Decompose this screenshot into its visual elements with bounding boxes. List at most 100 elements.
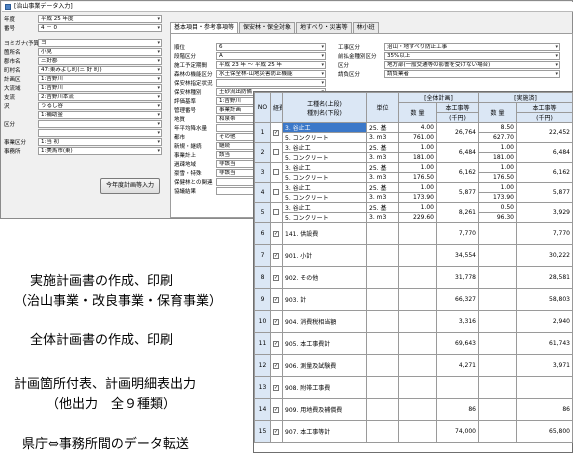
unit-2[interactable]: 3. m3 (366, 212, 399, 223)
plan-qty[interactable] (398, 376, 437, 399)
left-field[interactable]: 三好郡 (38, 56, 162, 65)
done-cost[interactable]: 2,940 (516, 310, 573, 333)
done-cost[interactable]: 6,162 (516, 162, 573, 183)
plan-cost[interactable]: 4,271 (436, 354, 479, 377)
work-subtype[interactable]: 5. コンクリート (282, 152, 367, 163)
unit-2[interactable]: 3. m3 (366, 152, 399, 163)
table-row[interactable]: 12 ✓ 906. 測量及試験費 4,271 3,971 (254, 354, 573, 377)
left-field[interactable]: 1:補助金 (38, 110, 162, 119)
work-subtype[interactable]: 5. コンクリート (282, 172, 367, 183)
plan-cost[interactable]: 3,316 (436, 310, 479, 333)
left-field[interactable]: 1:美馬市(東) (38, 146, 162, 155)
left-field[interactable]: ヨ (38, 38, 162, 47)
done-cost[interactable]: 3,971 (516, 354, 573, 377)
plan-qty[interactable] (398, 398, 437, 421)
plan-qty-2[interactable]: 173.90 (398, 192, 437, 203)
plan-qty[interactable]: 1.00 (398, 202, 437, 213)
mid-field[interactable]: 6 (216, 42, 326, 51)
unit[interactable] (366, 310, 399, 333)
row-checkbox-box[interactable] (273, 148, 279, 155)
work-type[interactable]: 3. 谷止工 (282, 142, 367, 153)
work-type[interactable]: 903. 計 (282, 288, 367, 311)
row-checkbox-box[interactable] (273, 188, 279, 195)
left-field[interactable]: 2:吉野川本流 (38, 92, 162, 101)
work-type[interactable]: 3. 谷止工 (282, 162, 367, 173)
table-row[interactable]: 10 ✓ 904. 消費税相当額 3,316 2,940 (254, 310, 573, 333)
done-cost[interactable]: 86 (516, 398, 573, 421)
plan-qty[interactable] (398, 288, 437, 311)
plan-qty-2[interactable]: 229.60 (398, 212, 437, 223)
work-type[interactable]: 908. 附帯工事費 (282, 376, 367, 399)
row-checkbox-box[interactable] (273, 168, 279, 175)
right-field[interactable]: 治山・地すべり防止工事 (384, 42, 560, 51)
row-number[interactable]: 13 (254, 376, 271, 399)
done-qty[interactable] (478, 310, 517, 333)
work-subtype[interactable]: 5. コンクリート (282, 192, 367, 203)
table-row[interactable]: 1 ✓ 3. 谷止工 25. 基 4.00 26,764 8.50 22,452 (254, 122, 573, 143)
done-cost[interactable]: 3,929 (516, 202, 573, 223)
left-field[interactable]: 1:当 初 (38, 137, 162, 146)
row-checkbox-box[interactable]: ✓ (273, 363, 279, 369)
done-qty-2[interactable]: 627.70 (478, 132, 517, 143)
row-number[interactable]: 15 (254, 420, 271, 443)
right-field[interactable]: 35%以上 (384, 51, 560, 60)
row-number[interactable]: 3 (254, 162, 271, 183)
left-field[interactable]: 平成 25 年度 (38, 14, 162, 23)
unit[interactable] (366, 222, 399, 245)
row-number[interactable]: 1 (254, 122, 271, 143)
plan-qty[interactable]: 1.00 (398, 182, 437, 193)
plan-cost[interactable] (436, 376, 479, 399)
plan-cost[interactable]: 5,877 (436, 182, 479, 203)
done-qty[interactable] (478, 420, 517, 443)
left-field[interactable]: 1:吉野川 (38, 74, 162, 83)
plan-cost[interactable]: 86 (436, 398, 479, 421)
plan-cost[interactable]: 6,162 (436, 162, 479, 183)
plan-qty-2[interactable]: 181.00 (398, 152, 437, 163)
done-qty[interactable]: 1.00 (478, 162, 517, 173)
tab-landslide-disaster[interactable]: 地すべり・災害等 (296, 22, 352, 33)
table-row[interactable]: 6 ✓ 141. 供設費 7,770 7,770 (254, 222, 573, 245)
unit-2[interactable]: 3. m3 (366, 132, 399, 143)
unit[interactable] (366, 332, 399, 355)
mid-field[interactable] (216, 78, 326, 87)
work-type[interactable]: 901. 小計 (282, 244, 367, 267)
done-cost[interactable]: 65,800 (516, 420, 573, 443)
work-type[interactable]: 905. 本工事費計 (282, 332, 367, 355)
right-field[interactable]: 請負業者 (384, 69, 560, 78)
plan-qty[interactable] (398, 332, 437, 355)
done-cost[interactable]: 61,743 (516, 332, 573, 355)
row-checkbox-box[interactable]: ✓ (273, 297, 279, 303)
unit[interactable]: 25. 基 (366, 182, 399, 193)
unit-2[interactable]: 3. m3 (366, 192, 399, 203)
left-field[interactable]: 小見 (38, 47, 162, 56)
unit[interactable] (366, 266, 399, 289)
done-cost[interactable]: 7,770 (516, 222, 573, 245)
plan-qty[interactable] (398, 266, 437, 289)
unit[interactable] (366, 398, 399, 421)
left-field[interactable]: 4 － 0 (38, 23, 162, 32)
done-cost[interactable]: 6,484 (516, 142, 573, 163)
unit[interactable] (366, 244, 399, 267)
plan-qty[interactable]: 4.00 (398, 122, 437, 133)
unit[interactable]: 25. 基 (366, 142, 399, 153)
table-row[interactable]: 15 ✓ 907. 本工事等計 74,000 65,800 (254, 420, 573, 443)
done-qty-2[interactable]: 176.50 (478, 172, 517, 183)
left-field[interactable]: 1:吉野川 (38, 83, 162, 92)
done-qty[interactable]: 1.00 (478, 142, 517, 153)
table-row[interactable]: 8 ✓ 902. その他 31,778 28,581 (254, 266, 573, 289)
mid-field[interactable]: 平成 23 年 ～ 平成 25 年 (216, 60, 326, 69)
plan-cost[interactable]: 26,764 (436, 122, 479, 143)
row-number[interactable]: 2 (254, 142, 271, 163)
row-number[interactable]: 7 (254, 244, 271, 267)
plan-qty[interactable]: 1.00 (398, 162, 437, 173)
plan-qty[interactable] (398, 222, 437, 245)
row-checkbox-box[interactable]: ✓ (273, 231, 279, 237)
unit[interactable] (366, 420, 399, 443)
plan-qty[interactable] (398, 244, 437, 267)
plan-cost[interactable]: 8,261 (436, 202, 479, 223)
unit[interactable] (366, 376, 399, 399)
plan-qty[interactable] (398, 420, 437, 443)
done-qty-2[interactable]: 181.00 (478, 152, 517, 163)
done-cost[interactable]: 28,581 (516, 266, 573, 289)
work-subtype[interactable]: 5. コンクリート (282, 132, 367, 143)
